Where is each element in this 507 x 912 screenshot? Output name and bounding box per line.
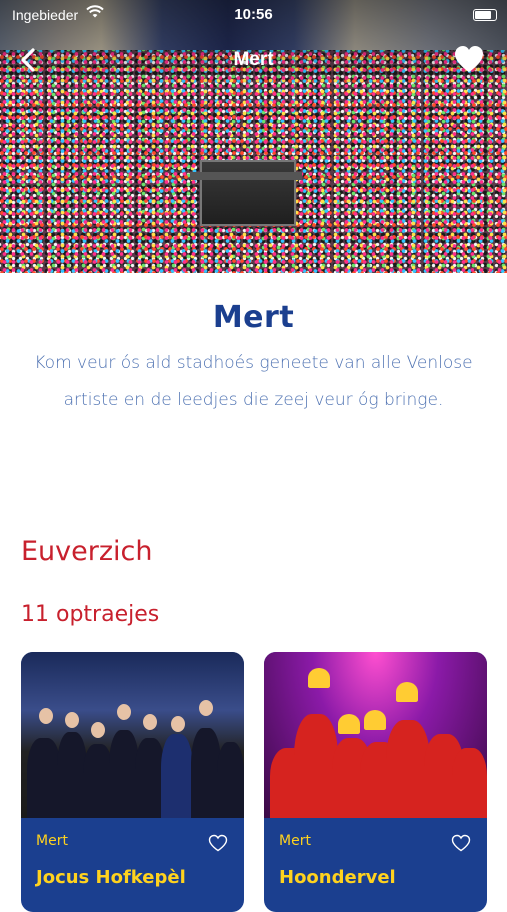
status-bar: Ingebieder 10:56 <box>0 0 507 30</box>
photo-figure <box>217 742 244 818</box>
photo-face <box>199 700 213 716</box>
hero-stage-platform <box>190 160 302 226</box>
card-photo <box>21 652 244 818</box>
photo-hat <box>396 682 418 702</box>
card-category: Mert <box>36 833 68 849</box>
card-favorite-button[interactable] <box>451 834 471 852</box>
photo-figure <box>27 738 61 818</box>
heart-icon <box>455 46 483 72</box>
card-title: Hoondervel <box>279 867 396 888</box>
photo-face <box>117 704 131 720</box>
performance-card[interactable]: Mert Hoondervel <box>264 652 487 912</box>
card-photo <box>264 652 487 818</box>
photo-hat <box>308 668 330 688</box>
photo-hat <box>364 710 386 730</box>
heart-outline-icon <box>208 834 228 852</box>
intro-description: Kom veur ós ald stadhoés geneete van all… <box>34 353 473 410</box>
battery-icon <box>473 9 497 21</box>
photo-face <box>143 714 157 730</box>
card-category: Mert <box>279 833 311 849</box>
photo-face <box>171 716 185 732</box>
photo-face <box>91 722 105 738</box>
section-title-overview: Euverzich <box>21 536 153 567</box>
photo-figure <box>161 734 193 818</box>
photo-face <box>39 708 53 724</box>
photo-face <box>65 712 79 728</box>
hero-image <box>0 0 507 273</box>
card-favorite-button[interactable] <box>208 834 228 852</box>
favorite-button[interactable] <box>453 44 485 74</box>
status-time: 10:56 <box>234 6 273 23</box>
nav-title: Mert <box>233 49 274 70</box>
photo-figure <box>452 748 487 818</box>
card-title: Jocus Hofkepèl <box>36 867 186 888</box>
performance-card[interactable]: Mert Jocus Hofkepèl <box>21 652 244 912</box>
photo-hat <box>338 714 360 734</box>
heart-outline-icon <box>451 834 471 852</box>
performance-count: 11 optraejes <box>21 602 160 627</box>
page-title: Mert <box>212 300 295 335</box>
